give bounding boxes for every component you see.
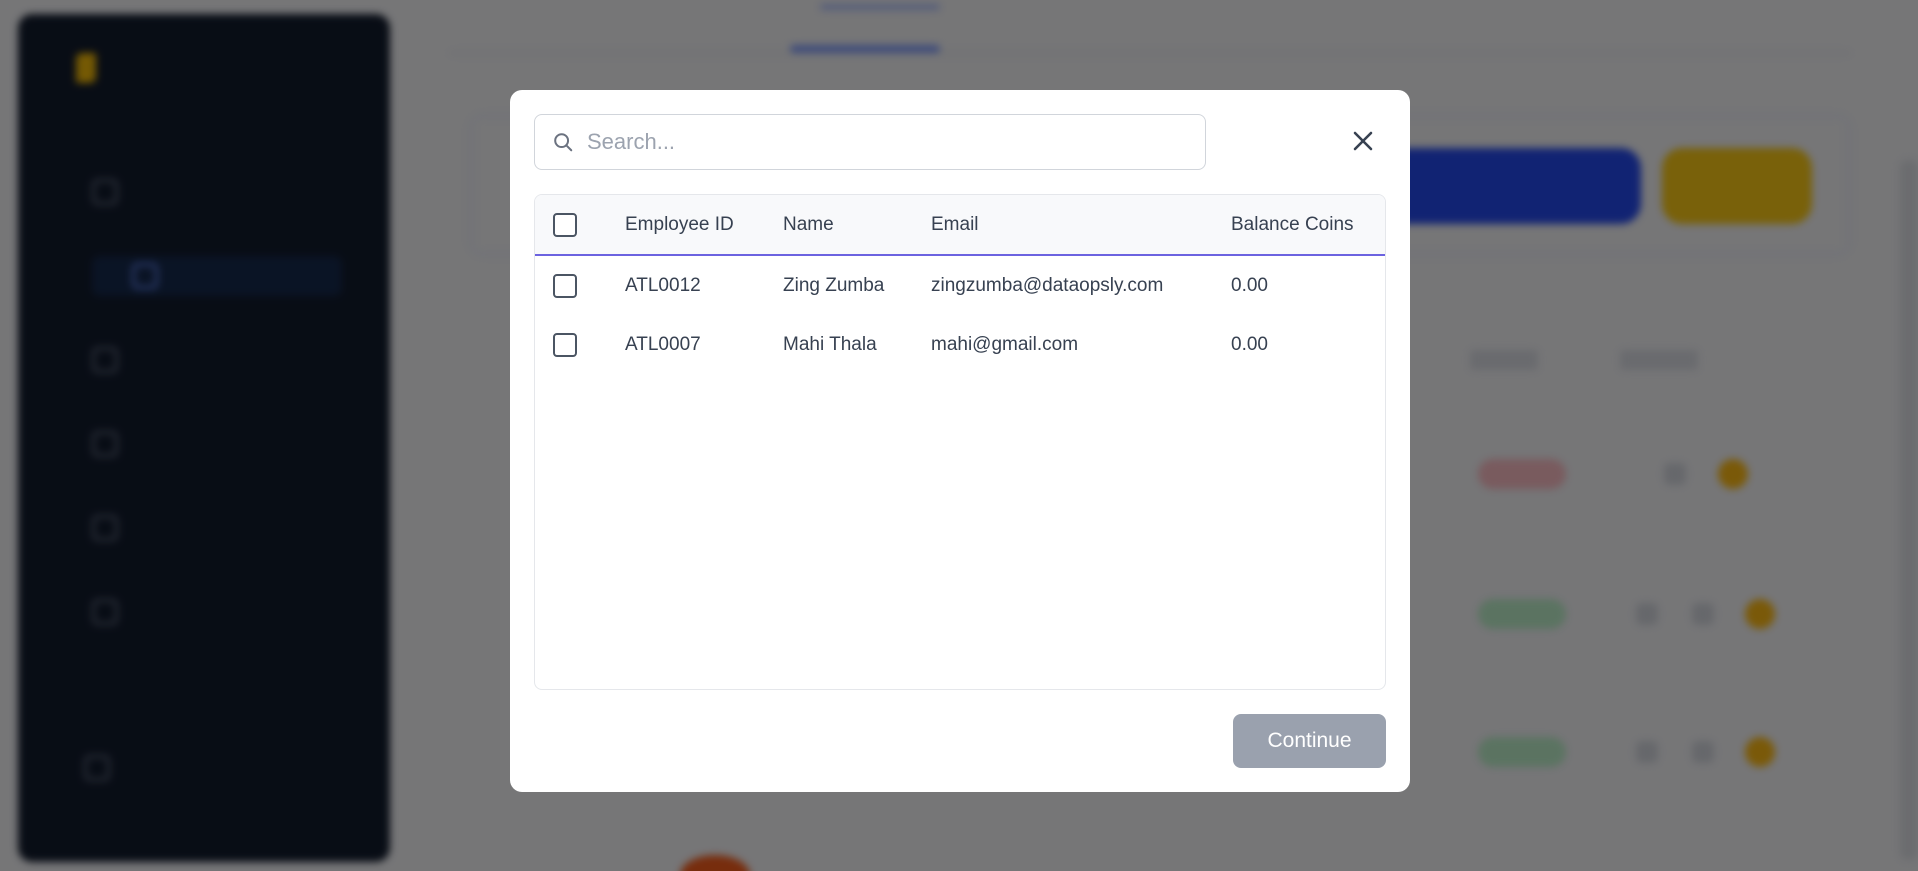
employee-id-cell: ATL0007 (625, 334, 701, 355)
search-box (534, 114, 1206, 170)
search-icon (551, 130, 575, 154)
column-header-name: Name (783, 213, 834, 235)
select-all-checkbox[interactable] (553, 212, 577, 237)
table-row[interactable]: ATL0012 Zing Zumba zingzumba@dataopsly.c… (535, 255, 1385, 315)
row-checkbox[interactable] (553, 273, 577, 298)
balance-coins-cell: 0.00 (1231, 334, 1268, 355)
table-header-row: Employee ID Name Email Balance Coins (535, 195, 1385, 255)
column-header-email: Email (931, 213, 979, 235)
email-cell: zingzumba@dataopsly.com (931, 274, 1164, 296)
close-icon (1353, 131, 1373, 151)
employee-table: Employee ID Name Email Balance Coins ATL… (534, 194, 1386, 690)
balance-coins-cell: 0.00 (1231, 274, 1268, 296)
column-header-employee-id: Employee ID (625, 213, 734, 235)
continue-button[interactable]: Continue (1233, 714, 1386, 768)
search-input[interactable] (587, 129, 1187, 155)
select-employee-modal: Employee ID Name Email Balance Coins ATL… (510, 90, 1410, 792)
table-row[interactable]: ATL0007 Mahi Thala mahi@gmail.com 0.00 (535, 315, 1385, 375)
row-checkbox[interactable] (553, 333, 577, 357)
name-cell: Mahi Thala (783, 334, 877, 355)
employee-id-cell: ATL0012 (625, 274, 701, 296)
column-header-balance-coins: Balance Coins (1231, 213, 1354, 235)
close-button[interactable] (1346, 124, 1380, 158)
name-cell: Zing Zumba (783, 274, 885, 296)
email-cell: mahi@gmail.com (931, 334, 1079, 355)
